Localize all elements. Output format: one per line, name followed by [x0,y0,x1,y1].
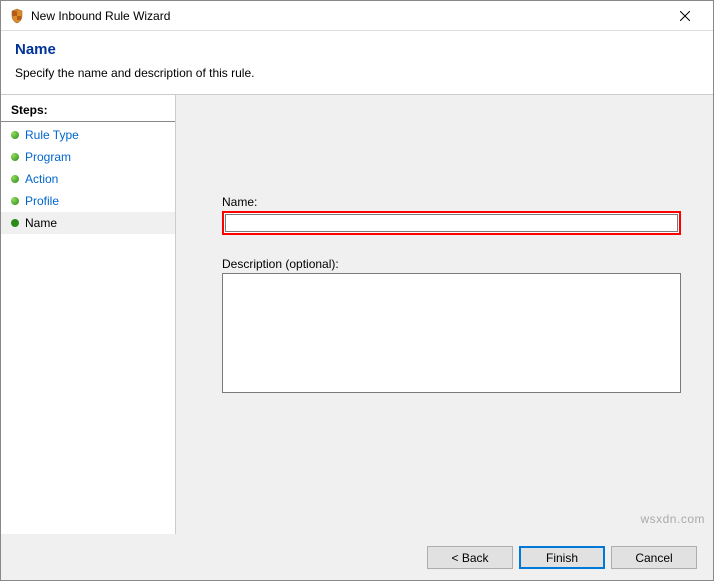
name-input-highlight [222,211,681,235]
step-label: Profile [25,194,59,208]
page-title: Name [15,41,699,58]
close-icon [680,11,690,21]
page-subtitle: Specify the name and description of this… [15,66,699,80]
wizard-body: Steps: Rule Type Program Action Profile … [1,95,713,534]
step-profile[interactable]: Profile [1,190,175,212]
bullet-icon [11,197,19,205]
step-program[interactable]: Program [1,146,175,168]
step-label: Rule Type [25,128,79,142]
description-input[interactable] [222,273,681,393]
titlebar: New Inbound Rule Wizard [1,1,713,31]
name-input[interactable] [225,214,678,232]
wizard-footer: < Back Finish Cancel [1,534,713,580]
bullet-icon [11,175,19,183]
wizard-header: Name Specify the name and description of… [1,31,713,95]
back-button[interactable]: < Back [427,546,513,569]
finish-button[interactable]: Finish [519,546,605,569]
description-label: Description (optional): [222,257,681,271]
steps-sidebar: Steps: Rule Type Program Action Profile … [1,95,176,534]
bullet-icon [11,219,19,227]
step-name[interactable]: Name [1,212,175,234]
bullet-icon [11,153,19,161]
close-button[interactable] [665,2,705,30]
step-label: Program [25,150,71,164]
step-label: Action [25,172,58,186]
step-label: Name [25,216,57,230]
cancel-button[interactable]: Cancel [611,546,697,569]
steps-heading: Steps: [1,99,175,122]
firewall-shield-icon [9,8,25,24]
watermark-text: wsxdn.com [640,512,705,526]
name-label: Name: [222,195,681,209]
step-rule-type[interactable]: Rule Type [1,124,175,146]
wizard-window: New Inbound Rule Wizard Name Specify the… [0,0,714,581]
main-panel: Name: Description (optional): [176,95,713,534]
bullet-icon [11,131,19,139]
window-title: New Inbound Rule Wizard [31,9,665,23]
step-action[interactable]: Action [1,168,175,190]
